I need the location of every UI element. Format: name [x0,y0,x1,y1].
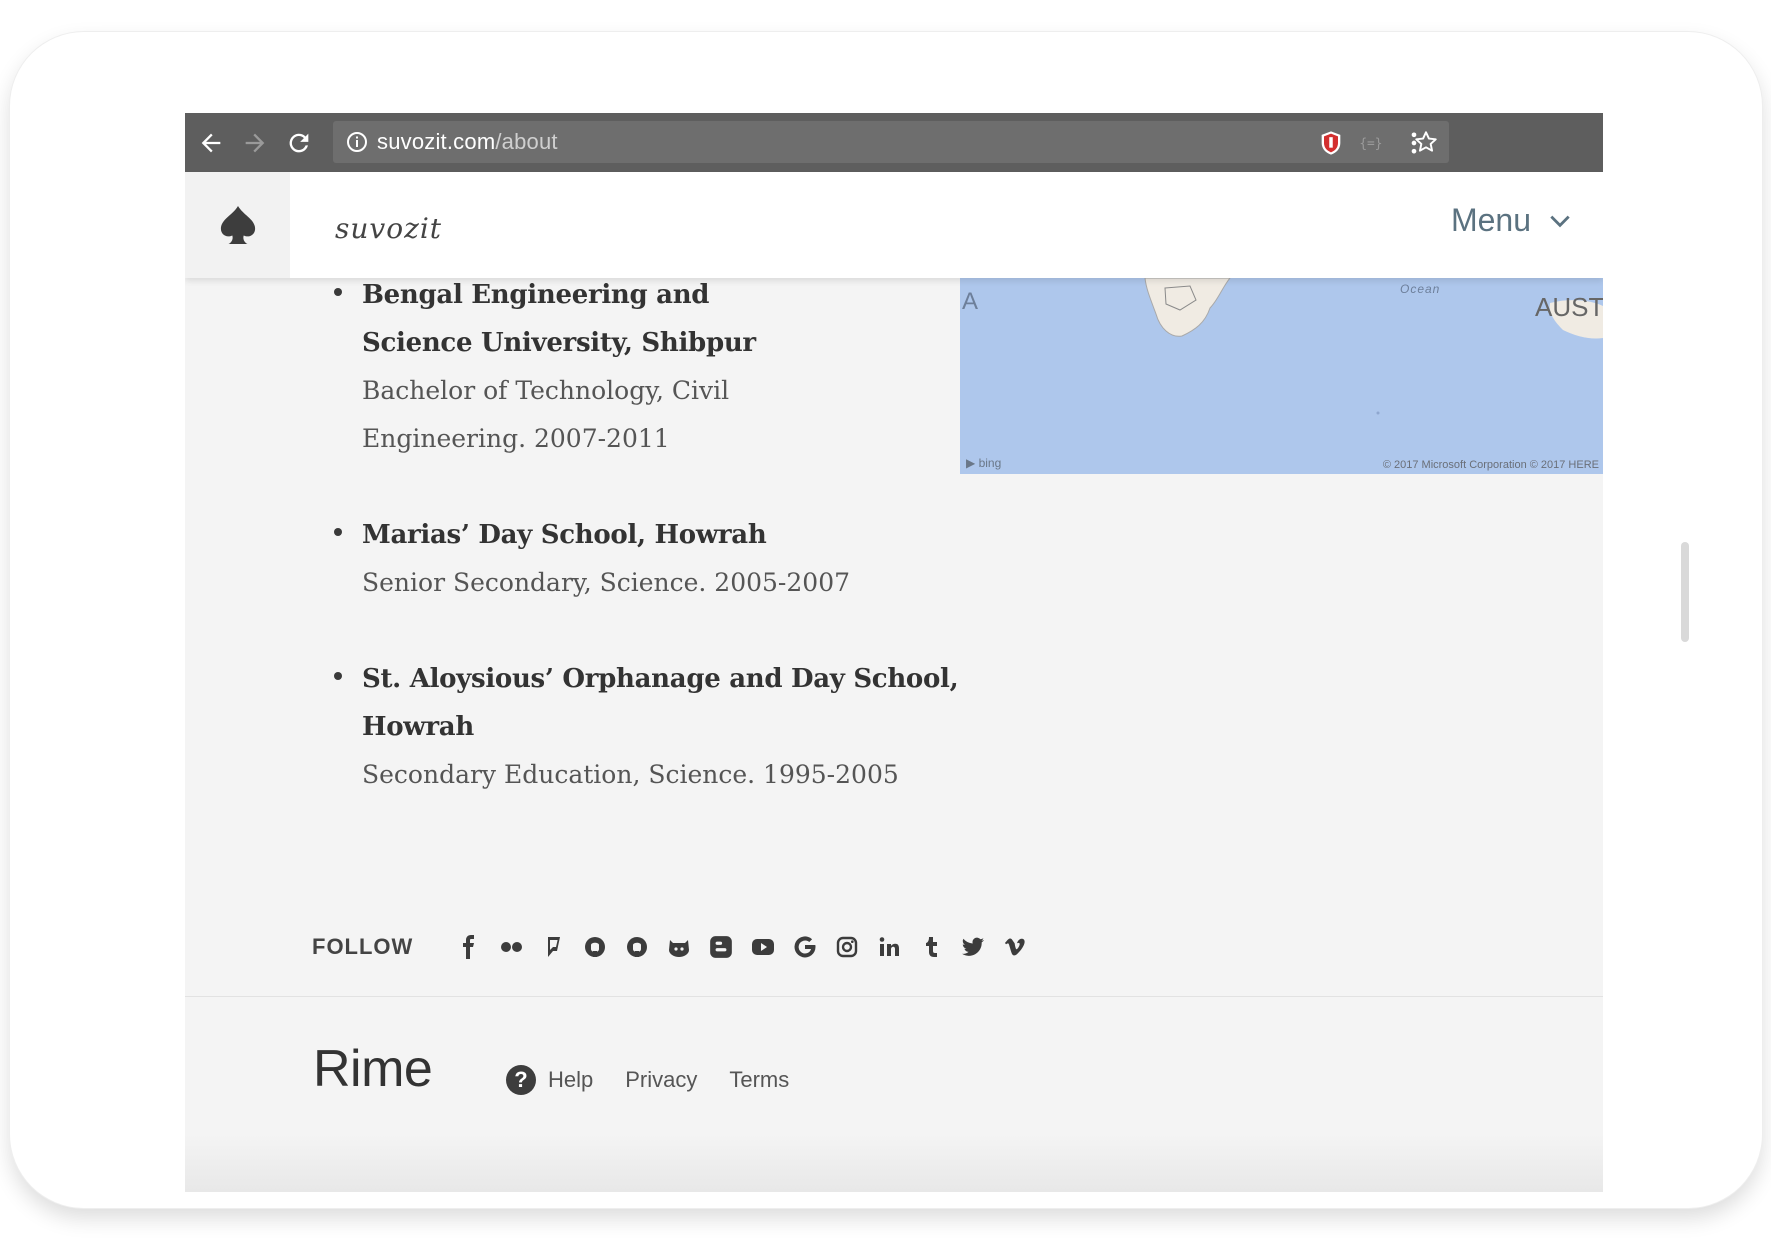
forward-arrow-icon [245,133,265,152]
flickr-icon[interactable] [490,926,532,968]
twitter-icon[interactable] [952,926,994,968]
map-landmass [1144,278,1603,415]
youtube-icon[interactable] [742,926,784,968]
help-link[interactable]: ? Help [506,1065,593,1095]
device-frame: suvozit.com/about {=} suvozit Menu A Oce… [10,32,1762,1208]
site-brand[interactable]: suvozit [335,212,442,245]
spade-icon [220,206,255,244]
github-alt-icon[interactable] [616,926,658,968]
school-name: St. Aloysious’ Orphanage and Day School,… [362,664,959,742]
info-icon[interactable] [343,128,371,156]
url-text: suvozit.com/about [377,129,558,154]
browser-toolbar: suvozit.com/about {=} [185,113,1603,172]
help-icon: ? [506,1065,536,1095]
json-extension-button[interactable]: {=} [1349,121,1393,165]
privacy-link[interactable]: Privacy [625,1067,697,1093]
social-links [448,926,1036,968]
school-name: Marias’ Day School, Howrah [362,520,767,550]
reload-icon [289,133,309,152]
braces-extension-icon: {=} [1359,136,1382,151]
school-name: Bengal Engineering and Science Universit… [362,280,756,358]
rime-logo[interactable]: Rime [313,1039,433,1099]
kebab-menu-icon [1411,132,1417,153]
shield-extension-icon [1321,130,1341,155]
google-icon[interactable] [784,926,826,968]
help-label: Help [548,1067,594,1092]
footer-links: ? Help Privacy Terms [506,1065,821,1095]
menu-button[interactable]: Menu [1451,202,1573,239]
menu-label: Menu [1450,202,1531,238]
site-header: suvozit Menu [185,172,1603,278]
reload-button[interactable] [277,121,321,165]
list-item: St. Aloysious’ Orphanage and Day School,… [330,655,970,799]
bing-logo: ▶ bing [966,456,1002,470]
ublock-extension-button[interactable] [1309,121,1353,165]
back-button[interactable] [189,121,233,165]
linkedin-icon[interactable] [868,926,910,968]
svg-text:{=}: {=} [1359,136,1382,151]
vimeo-icon[interactable] [994,926,1036,968]
follow-bar: FOLLOW [312,926,1036,968]
github-icon[interactable] [574,926,616,968]
degree-text: Bachelor of Technology, Civil Engineerin… [362,376,730,453]
degree-text: Secondary Education, Science. 1995-2005 [362,760,899,789]
follow-label: FOLLOW [312,934,414,959]
degree-text: Senior Secondary, Science. 2005-2007 [362,568,851,597]
site-logo[interactable] [185,172,290,278]
back-arrow-icon [201,133,221,152]
blogger-icon[interactable] [700,926,742,968]
browser-screen: suvozit.com/about {=} suvozit Menu A Oce… [185,113,1603,1192]
site-footer: Rime ? Help Privacy Terms [185,997,1603,1192]
map-label-aust: AUST [1535,292,1603,322]
tumblr-icon[interactable] [910,926,952,968]
gitlab-icon[interactable] [658,926,700,968]
address-bar[interactable]: suvozit.com/about [333,121,1449,163]
list-item: Bengal Engineering and Science Universit… [330,271,970,463]
foursquare-icon[interactable] [532,926,574,968]
education-list: Bengal Engineering and Science Universit… [330,271,970,847]
instagram-icon[interactable] [826,926,868,968]
forward-button[interactable] [233,121,277,165]
list-item: Marias’ Day School, Howrah Senior Second… [330,511,970,607]
location-map[interactable]: A Ocean AUST ▶ bing © 2017 Microsoft Cor… [960,278,1603,474]
map-label-ocean: Ocean [1400,282,1441,296]
browser-menu-button[interactable] [1392,121,1436,165]
scrollbar[interactable] [1681,542,1689,642]
terms-link[interactable]: Terms [729,1067,789,1093]
map-copyright: © 2017 Microsoft Corporation © 2017 HERE [1382,459,1599,471]
chevron-down-icon [1550,215,1570,227]
facebook-icon[interactable] [448,926,490,968]
